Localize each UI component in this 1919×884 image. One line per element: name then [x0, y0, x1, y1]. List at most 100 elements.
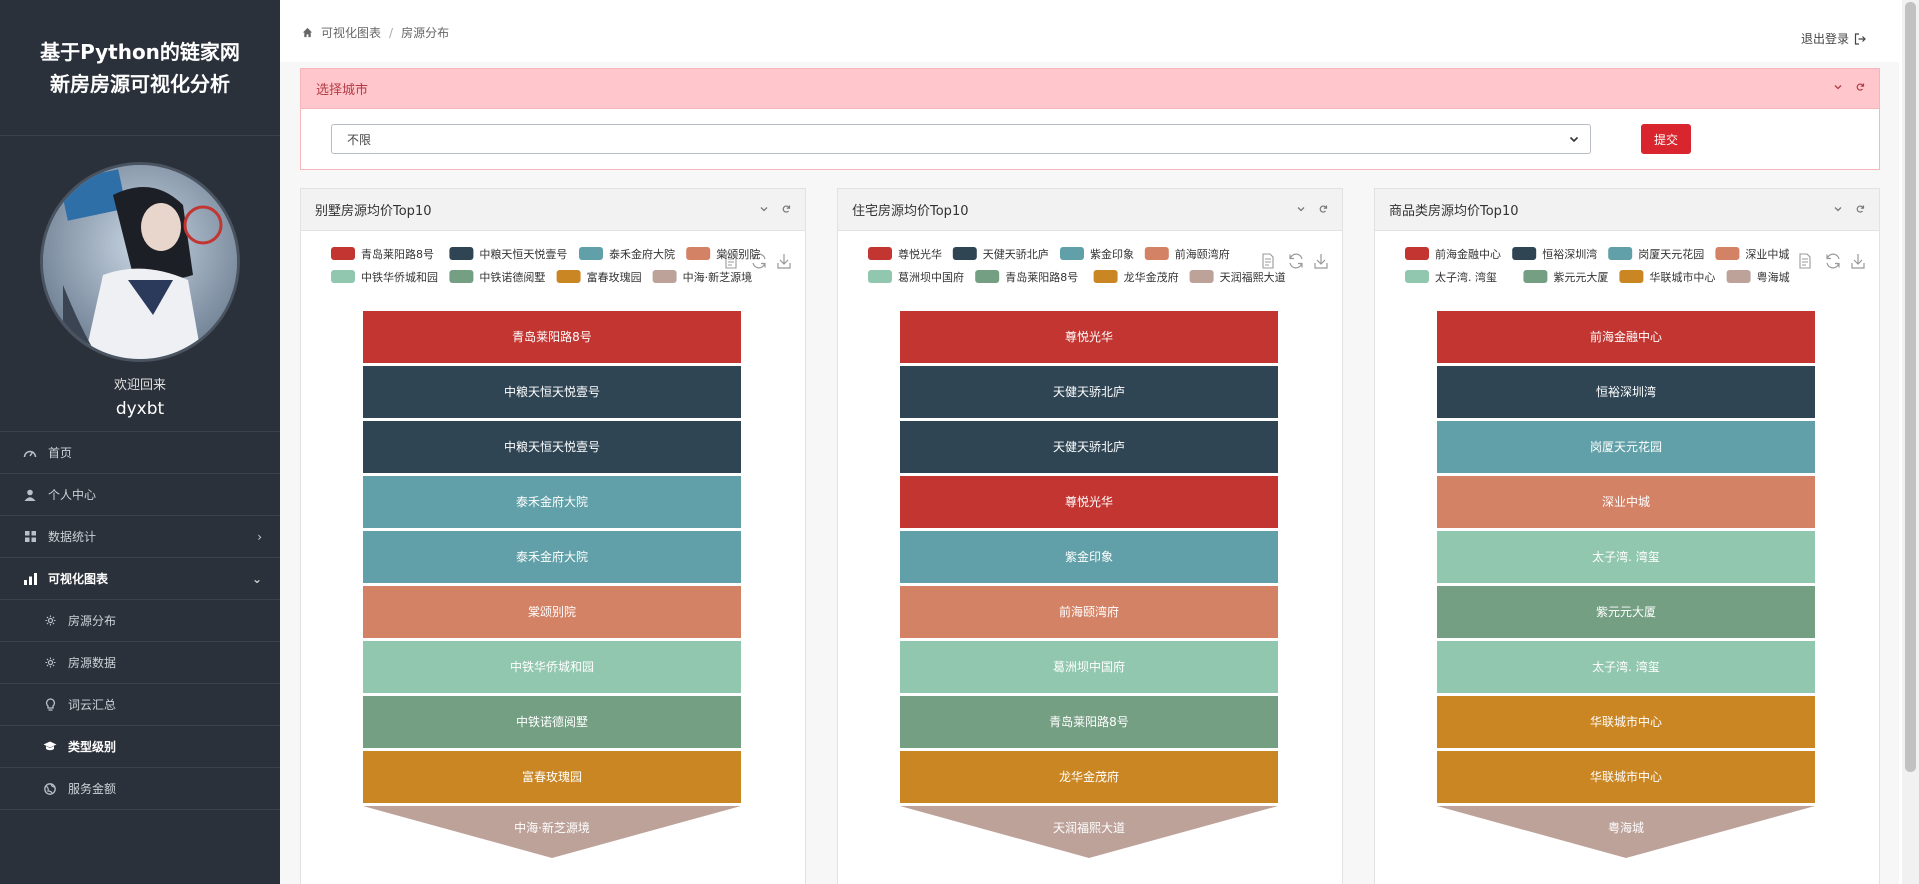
nav-item-7[interactable]: 类型级别: [0, 726, 280, 768]
chart-card-1: 住宅房源均价Top10 尊悦光华 天健天骄北庐 紫金印象 前海颐湾府 葛洲坝中国府 青岛莱阳…: [837, 188, 1343, 884]
dashboard-icon: [22, 445, 38, 461]
legend-swatch: [1619, 270, 1644, 283]
legend-label: 深业中城: [1745, 248, 1789, 261]
collapse-icon[interactable]: [1833, 81, 1843, 96]
nav-item-0[interactable]: 首页: [0, 432, 280, 474]
legend-item[interactable]: 天润福熙大道: [1189, 270, 1286, 284]
collapse-icon[interactable]: [1296, 203, 1306, 218]
legend-item[interactable]: 青岛莱阳路8号: [331, 247, 434, 261]
breadcrumb-home[interactable]: 可视化图表: [321, 24, 381, 41]
logout-button[interactable]: 退出登录: [1801, 30, 1866, 47]
legend-item[interactable]: 棠颂别院: [686, 247, 760, 261]
collapse-icon[interactable]: [1833, 203, 1843, 218]
legend-label: 中粮天恒天悦壹号: [479, 247, 567, 261]
legend-item[interactable]: 泰禾金府大院: [579, 247, 675, 261]
legend-item[interactable]: 岗厦天元花园: [1608, 247, 1704, 261]
legend-label: 青岛莱阳路8号: [1005, 270, 1078, 284]
scrollbar[interactable]: [1902, 0, 1919, 884]
funnel-stage-label: 青岛莱阳路8号: [512, 329, 592, 344]
legend-item[interactable]: 尊悦光华: [868, 247, 942, 261]
legend-label: 天健天骄北庐: [983, 247, 1049, 261]
logout-icon: [1854, 32, 1866, 45]
restore-icon[interactable]: [1289, 253, 1303, 269]
data-view-icon[interactable]: [1262, 253, 1274, 269]
legend-item[interactable]: 葛洲坝中国府: [868, 270, 964, 284]
legend-label: 天润福熙大道: [1220, 270, 1286, 284]
legend-item[interactable]: 中粮天恒天悦壹号: [449, 247, 567, 261]
refresh-icon[interactable]: [781, 203, 791, 218]
legend-label: 富春玫瑰园: [587, 270, 642, 284]
legend-label: 棠颂别院: [716, 247, 760, 261]
nav-item-3[interactable]: 可视化图表 ⌄: [0, 558, 280, 600]
legend-item[interactable]: 恒裕深圳湾: [1512, 247, 1597, 261]
nav-item-5[interactable]: 房源数据: [0, 642, 280, 684]
app-title-line2: 新房房源可视化分析: [50, 71, 230, 96]
data-view-icon[interactable]: [1799, 253, 1811, 269]
globe-icon: [42, 781, 58, 797]
legend-item[interactable]: 深业中城: [1715, 247, 1789, 261]
legend-item[interactable]: 中铁诺德阅墅: [449, 270, 545, 284]
nav-item-2[interactable]: 数据统计 ›: [0, 516, 280, 558]
restore-icon[interactable]: [1826, 253, 1840, 269]
funnel-chart: 青岛莱阳路8号 中粮天恒天悦壹号 泰禾金府大院 棠颂别院中铁华侨城和园 中铁诺德阅墅 富春…: [331, 247, 791, 858]
legend-item[interactable]: 前海颐湾府: [1144, 247, 1230, 261]
legend-item[interactable]: 龙华金茂府: [1093, 270, 1179, 284]
legend-item[interactable]: 前海金融中心: [1405, 247, 1501, 261]
chart-card-title: 商品类房源均价Top10: [1389, 204, 1519, 219]
legend-label: 太子湾. 湾玺: [1435, 270, 1497, 284]
collapse-icon[interactable]: [759, 203, 769, 218]
funnel-stage-label: 紫金印象: [1065, 549, 1113, 564]
welcome-text: 欢迎回来: [113, 378, 166, 393]
city-filter-title: 选择城市: [316, 83, 369, 98]
nav-item-4[interactable]: 房源分布: [0, 600, 280, 642]
legend-swatch: [1523, 270, 1548, 283]
chart-card-header: 商品类房源均价Top10: [1375, 189, 1879, 231]
download-icon[interactable]: [1314, 254, 1328, 269]
legend-item[interactable]: 紫金印象: [1060, 247, 1134, 261]
funnel-stage-label: 中粮天恒天悦壹号: [504, 384, 600, 399]
legend-item[interactable]: 青岛莱阳路8号: [975, 270, 1078, 284]
funnel-stage-label: 尊悦光华: [1065, 329, 1113, 344]
nav-item-label: 可视化图表: [48, 572, 109, 586]
nav-item-8[interactable]: 服务金额: [0, 768, 280, 810]
legend-swatch: [556, 270, 581, 283]
refresh-icon[interactable]: [1855, 203, 1865, 218]
legend-item[interactable]: 中铁华侨城和园: [331, 270, 438, 284]
scrollbar-thumb[interactable]: [1905, 2, 1916, 772]
funnel-stage-label: 岗厦天元花园: [1590, 439, 1662, 454]
legend-label: 岗厦天元花园: [1638, 248, 1704, 261]
refresh-icon[interactable]: [1318, 203, 1328, 218]
submit-button[interactable]: 提交: [1641, 124, 1691, 154]
legend-item[interactable]: 太子湾. 湾玺: [1405, 270, 1497, 284]
legend-item[interactable]: 中海·新芝源境: [652, 270, 753, 284]
legend-swatch: [868, 270, 892, 283]
chevron-down-icon: [1568, 133, 1580, 148]
city-filter-panel: 选择城市 不限 提交: [300, 68, 1880, 170]
legend-label: 紫金印象: [1090, 247, 1134, 261]
legend-item[interactable]: 紫元元大厦: [1523, 270, 1608, 284]
legend-swatch: [331, 270, 355, 283]
legend-swatch: [652, 270, 677, 283]
home-icon[interactable]: [302, 27, 313, 38]
nav-item-label: 首页: [48, 446, 73, 460]
legend-swatch: [1726, 270, 1751, 283]
legend-swatch: [868, 247, 892, 260]
legend-item[interactable]: 华联城市中心: [1619, 270, 1715, 284]
nav-item-1[interactable]: 个人中心: [0, 474, 280, 516]
legend-swatch: [1093, 270, 1118, 283]
gear-icon: [42, 613, 58, 629]
funnel-stage-label: 华联城市中心: [1590, 714, 1662, 729]
city-select[interactable]: 不限: [331, 124, 1591, 154]
download-icon[interactable]: [777, 254, 791, 269]
chart-card-0: 别墅房源均价Top10 青岛莱阳路8号 中粮天恒天悦壹号 泰禾金府大院 棠颂别院 中铁华侨…: [300, 188, 806, 884]
chart-legend: 尊悦光华 天健天骄北庐 紫金印象 前海颐湾府葛洲坝中国府 青岛莱阳路8号 龙华金茂府 天润福…: [868, 247, 1286, 284]
legend-swatch: [331, 247, 355, 260]
legend-item[interactable]: 天健天骄北庐: [952, 247, 1049, 261]
download-icon[interactable]: [1851, 254, 1865, 269]
nav-item-6[interactable]: 词云汇总: [0, 684, 280, 726]
refresh-icon[interactable]: [1855, 81, 1865, 96]
legend-swatch: [975, 270, 1000, 283]
user-icon: [22, 487, 38, 503]
legend-item[interactable]: 粤海城: [1726, 270, 1790, 284]
legend-item[interactable]: 富春玫瑰园: [556, 270, 642, 284]
